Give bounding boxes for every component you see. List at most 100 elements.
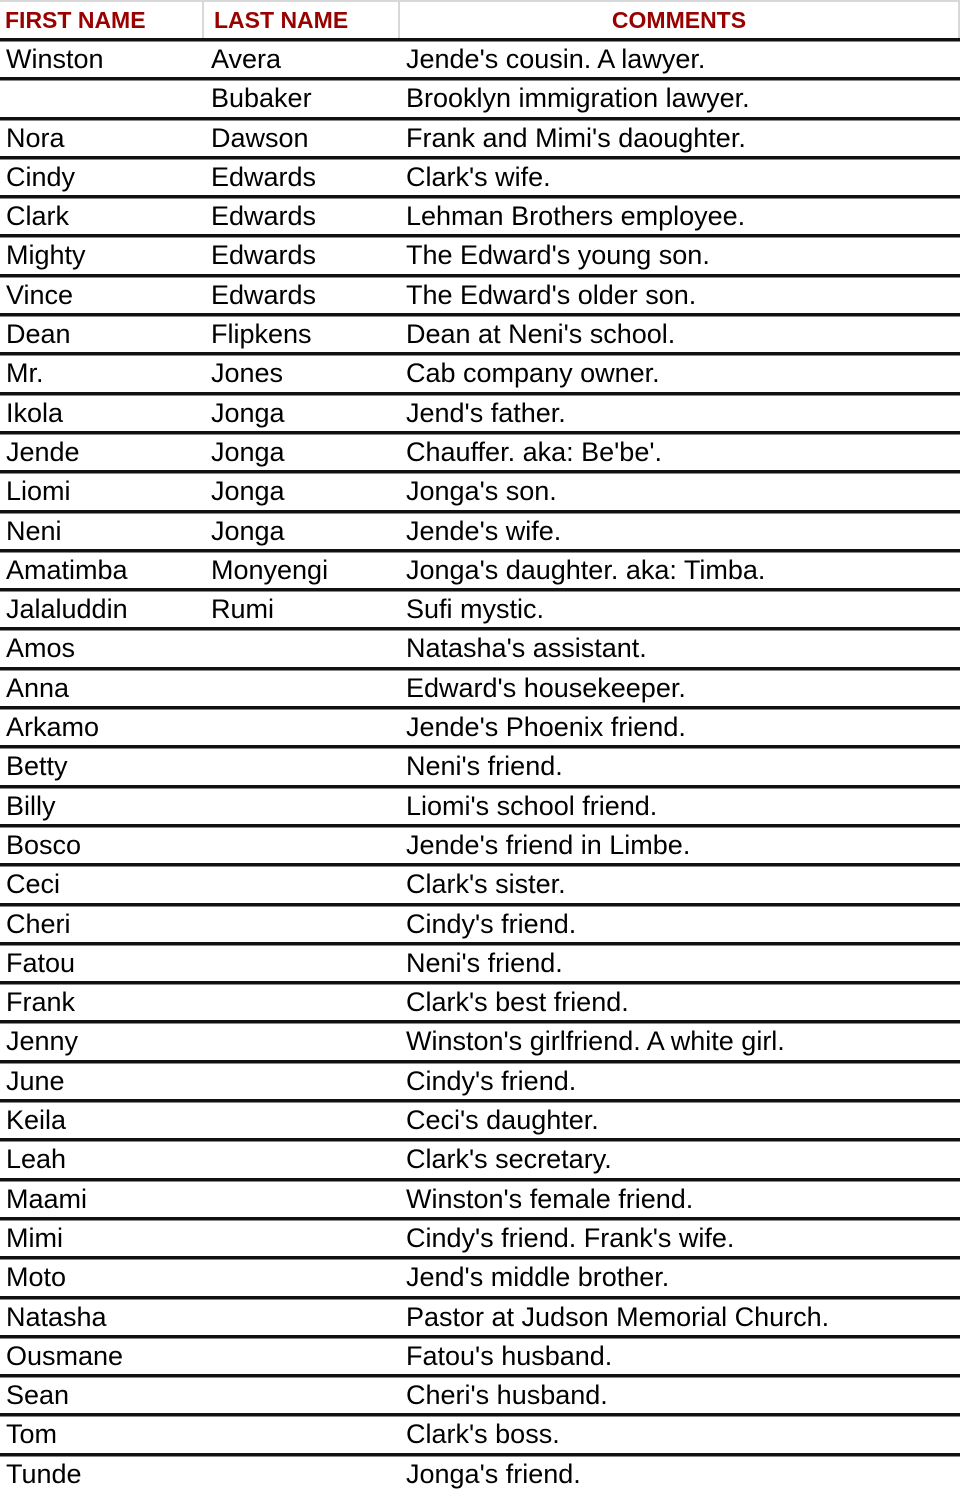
first-name-cell: Vince bbox=[6, 279, 74, 310]
last-name-cell bbox=[205, 709, 400, 745]
table-row: Arkamo Jende's Phoenix friend. bbox=[0, 706, 960, 745]
last-name-cell: Avera bbox=[211, 44, 282, 74]
first-name-cell: Bosco bbox=[6, 829, 82, 860]
table-row: Cheri Cindy's friend. bbox=[0, 902, 960, 942]
table-row: Clark Edwards Lehman Brothers employee. bbox=[0, 195, 960, 234]
comment-cell: Cindy's friend. bbox=[406, 908, 577, 939]
last-name-cell: Edwards bbox=[211, 240, 317, 271]
table-body: Winston Avera Jende's cousin. A lawyer. Bub… bbox=[0, 38, 960, 1499]
last-name-cell bbox=[205, 1259, 400, 1295]
comment-cell: Fatou's husband. bbox=[406, 1340, 613, 1371]
first-name-cell bbox=[0, 80, 205, 116]
table-row: Tom Clark's boss. bbox=[0, 1413, 960, 1452]
comment-cell: Jende's wife. bbox=[406, 515, 562, 546]
first-name-cell: Nora bbox=[6, 122, 65, 153]
table-row: Winston Avera Jende's cousin. A lawyer. bbox=[0, 38, 960, 77]
comment-cell: Cindy's friend. Frank's wife. bbox=[406, 1222, 735, 1253]
first-name-cell: Ikola bbox=[6, 397, 64, 428]
last-name-cell bbox=[205, 1377, 400, 1413]
first-name-cell: Liomi bbox=[6, 476, 71, 507]
table-row: Vince Edwards The Edward's older son. bbox=[0, 273, 960, 313]
last-name-cell: Jonga bbox=[211, 436, 285, 467]
comment-cell: Winston's female friend. bbox=[406, 1183, 694, 1214]
comment-cell: Dean at Neni's school. bbox=[406, 319, 676, 350]
last-name-cell: Edwards bbox=[211, 279, 317, 310]
last-name-cell bbox=[205, 1141, 400, 1177]
last-name-cell bbox=[205, 866, 400, 902]
last-name-cell bbox=[205, 984, 400, 1020]
table-row: Jenny Winston's girlfriend. A white girl. bbox=[0, 1020, 960, 1059]
last-name-cell bbox=[205, 1456, 400, 1499]
first-name-cell: June bbox=[6, 1065, 65, 1096]
comment-cell: Natasha's assistant. bbox=[406, 633, 647, 664]
first-name-cell: Mimi bbox=[6, 1222, 63, 1253]
comment-cell: Clark's sister. bbox=[406, 869, 566, 900]
first-name-cell: Tunde bbox=[6, 1458, 82, 1489]
last-name-cell bbox=[205, 1338, 400, 1374]
comment-cell: Cindy's friend. bbox=[406, 1065, 577, 1096]
comment-cell: Neni's friend. bbox=[406, 751, 563, 782]
last-name-cell: Rumi bbox=[211, 594, 275, 625]
table-row: Dean Flipkens Dean at Neni's school. bbox=[0, 313, 960, 352]
table-row: Ikola Jonga Jend's father. bbox=[0, 391, 960, 431]
comment-cell: The Edward's young son. bbox=[406, 240, 710, 271]
last-name-cell bbox=[205, 1102, 400, 1138]
table-row: Tunde Jonga's friend. bbox=[0, 1452, 960, 1499]
first-name-cell: Amatimba bbox=[6, 554, 128, 585]
first-name-cell: Neni bbox=[6, 515, 62, 546]
table-row: Neni Jonga Jende's wife. bbox=[0, 509, 960, 549]
first-name-cell: Tom bbox=[6, 1419, 58, 1450]
first-name-cell: Billy bbox=[6, 790, 56, 821]
comment-cell: Jende's friend in Limbe. bbox=[406, 829, 691, 860]
table-row: Jalaluddin Rumi Sufi mystic. bbox=[0, 588, 960, 627]
last-name-cell bbox=[205, 945, 400, 981]
comment-cell: Jonga's friend. bbox=[406, 1458, 581, 1489]
table-row: Fatou Neni's friend. bbox=[0, 941, 960, 981]
table-row: Mr. Jones Cab company owner. bbox=[0, 352, 960, 391]
table-row: Ousmane Fatou's husband. bbox=[0, 1334, 960, 1374]
last-name-cell bbox=[205, 1023, 400, 1059]
table-row: Ceci Clark's sister. bbox=[0, 863, 960, 902]
last-name-cell bbox=[205, 1299, 400, 1335]
last-name-cell: Bubaker bbox=[211, 83, 312, 114]
last-name-cell: Jonga bbox=[211, 397, 285, 428]
first-name-cell: Mighty bbox=[6, 240, 86, 271]
comment-cell: The Edward's older son. bbox=[406, 279, 697, 310]
last-name-cell bbox=[205, 1063, 400, 1099]
table-row: Maami Winston's female friend. bbox=[0, 1177, 960, 1217]
table-row: Natasha Pastor at Judson Memorial Church. bbox=[0, 1295, 960, 1335]
first-name-cell: Keila bbox=[6, 1105, 67, 1136]
header-last-name: LAST NAME bbox=[204, 2, 400, 38]
comment-cell: Jende's cousin. A lawyer. bbox=[406, 44, 706, 74]
table-row: Keila Ceci's daughter. bbox=[0, 1099, 960, 1138]
comment-cell: Brooklyn immigration lawyer. bbox=[406, 83, 750, 114]
comment-cell: Jende's Phoenix friend. bbox=[406, 712, 686, 743]
comment-cell: Cab company owner. bbox=[406, 358, 660, 389]
first-name-cell: Arkamo bbox=[6, 712, 100, 743]
table-row: Leah Clark's secretary. bbox=[0, 1138, 960, 1177]
comment-cell: Winston's girlfriend. A white girl. bbox=[406, 1026, 785, 1057]
last-name-cell: Edwards bbox=[211, 201, 317, 232]
header-first-name: FIRST NAME bbox=[0, 2, 204, 38]
first-name-cell: Maami bbox=[6, 1183, 88, 1214]
last-name-cell: Monyengi bbox=[211, 554, 329, 585]
comment-cell: Frank and Mimi's daoughter. bbox=[406, 122, 746, 153]
last-name-cell bbox=[205, 1181, 400, 1217]
first-name-cell: Jende bbox=[6, 436, 80, 467]
last-name-cell bbox=[205, 827, 400, 863]
header-comments: COMMENTS bbox=[400, 2, 960, 38]
table-row: Betty Neni's friend. bbox=[0, 745, 960, 784]
table-row: Sean Cheri's husband. bbox=[0, 1374, 960, 1413]
last-name-cell: Flipkens bbox=[211, 319, 312, 350]
last-name-cell bbox=[205, 630, 400, 666]
comment-cell: Clark's wife. bbox=[406, 161, 551, 192]
table-row: Cindy Edwards Clark's wife. bbox=[0, 155, 960, 195]
last-name-cell: Edwards bbox=[211, 161, 317, 192]
last-name-cell: Jonga bbox=[211, 476, 285, 507]
comment-cell: Sufi mystic. bbox=[406, 594, 545, 625]
first-name-cell: Frank bbox=[6, 987, 76, 1018]
last-name-cell bbox=[205, 1416, 400, 1452]
last-name-cell: Jonga bbox=[211, 515, 285, 546]
table-header: FIRST NAME LAST NAME COMMENTS bbox=[0, 0, 960, 38]
first-name-cell: Fatou bbox=[6, 947, 76, 978]
